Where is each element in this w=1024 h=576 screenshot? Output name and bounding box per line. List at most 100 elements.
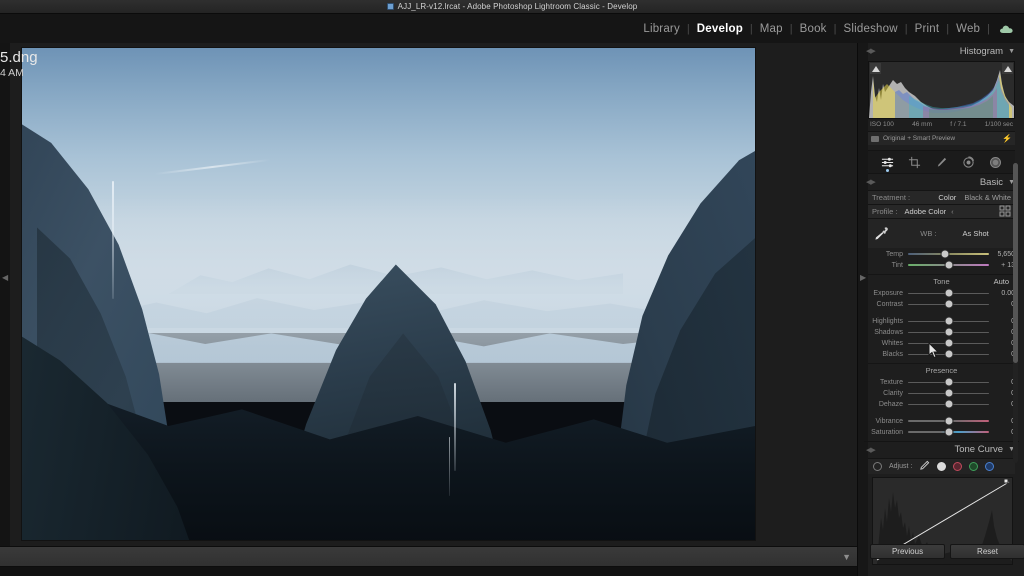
module-slideshow[interactable]: Slideshow [837,23,905,35]
slider-vibrance[interactable]: Vibrance 0 [868,416,1015,426]
module-map[interactable]: Map [753,23,790,35]
shadow-clipping-indicator[interactable] [870,63,881,74]
highlight-clipping-indicator[interactable] [1002,63,1013,74]
slider-blacks-track[interactable] [908,350,989,358]
slider-temp[interactable]: Temp 5,650 [868,249,1015,259]
target-adjustment-icon[interactable] [873,462,882,471]
module-book[interactable]: Book [793,23,834,35]
module-library[interactable]: Library [636,23,687,35]
profile-browser-grid-icon[interactable] [999,205,1011,219]
slider-contrast-track[interactable] [908,300,989,308]
slider-dehaze-track[interactable] [908,400,989,408]
slider-blacks[interactable]: Blacks 0 [868,349,1015,359]
slider-whites-knob[interactable] [945,339,952,347]
slider-blacks-value[interactable]: 0 [989,351,1015,358]
slider-tint-knob[interactable] [945,261,952,269]
bottom-toolbar[interactable]: ▼ [0,546,857,567]
slider-dehaze-knob[interactable] [945,400,952,408]
right-panel-scroll-thumb[interactable] [1013,163,1018,363]
slider-dehaze-value[interactable]: 0 [989,401,1015,408]
slider-clarity[interactable]: Clarity 0 [868,388,1015,398]
slider-exposure-knob[interactable] [945,289,952,297]
slider-whites-value[interactable]: 0 [989,340,1015,347]
slider-vibrance-track[interactable] [908,417,989,425]
slider-shadows[interactable]: Shadows 0 [868,327,1015,337]
slider-texture[interactable]: Texture 0 [868,377,1015,387]
chevron-down-icon[interactable]: ▼ [1008,48,1015,55]
photo-preview[interactable] [22,48,755,540]
slider-vibrance-value[interactable]: 0 [989,418,1015,425]
slider-clarity-value[interactable]: 0 [989,390,1015,397]
slider-highlights-knob[interactable] [945,317,952,325]
slider-temp-value[interactable]: 5,650 [989,251,1015,258]
treatment-bw-option[interactable]: Black & White [964,193,1011,202]
slider-texture-knob[interactable] [945,378,952,386]
slider-dehaze[interactable]: Dehaze 0 [868,399,1015,409]
slider-tint[interactable]: Tint + 13 [868,260,1015,270]
slider-shadows-knob[interactable] [945,328,952,336]
module-web[interactable]: Web [949,23,987,35]
tone-auto-button[interactable]: Auto [994,277,1009,286]
slider-contrast[interactable]: Contrast 0 [868,299,1015,309]
slider-shadows-track[interactable] [908,328,989,336]
channel-red-button[interactable] [953,462,963,471]
profile-caret-icon[interactable]: ‹ [951,207,954,216]
basic-panel-header[interactable]: ◀▶ Basic ▼ [864,174,1019,190]
slider-clarity-track[interactable] [908,389,989,397]
channel-green-button[interactable] [969,462,979,471]
slider-exposure-value[interactable]: 0.00 [989,290,1015,297]
slider-texture-value[interactable]: 0 [989,379,1015,386]
slider-whites[interactable]: Whites 0 [868,338,1015,348]
left-panel-gutter[interactable]: ◀ [0,43,10,546]
slider-exposure-track[interactable] [908,289,989,297]
tone-curve-highlight-point[interactable] [1003,478,1009,484]
red-eye-tool-icon[interactable] [962,155,975,169]
slider-saturation-value[interactable]: 0 [989,429,1015,436]
slider-temp-track[interactable] [908,250,989,258]
slider-texture-track[interactable] [908,378,989,386]
slider-shadows-value[interactable]: 0 [989,329,1015,336]
slider-saturation[interactable]: Saturation 0 [868,427,1015,437]
slider-vibrance-knob[interactable] [945,417,952,425]
slider-contrast-knob[interactable] [945,300,952,308]
slider-blacks-knob[interactable] [945,350,952,358]
slider-highlights[interactable]: Highlights 0 [868,316,1015,326]
white-balance-eyedropper-icon[interactable] [868,226,894,242]
slider-temp-knob[interactable] [941,250,949,258]
slider-tint-label: Tint [891,261,903,269]
slider-highlights-track[interactable] [908,317,989,325]
right-panel-scrollbar[interactable] [1013,163,1018,463]
wb-value[interactable]: As Shot [962,229,988,238]
slider-tint-track[interactable] [908,261,989,269]
module-develop[interactable]: Develop [690,23,750,35]
lightning-bolt-icon[interactable]: ⚡ [1002,134,1012,143]
slider-whites-track[interactable] [908,339,989,347]
channel-blue-button[interactable] [985,462,995,471]
reset-button[interactable]: Reset [950,544,1024,559]
module-print[interactable]: Print [908,23,947,35]
slider-saturation-knob[interactable] [945,428,952,436]
left-panel-toggle-arrow[interactable]: ◀ [2,273,8,282]
histogram-panel-header[interactable]: ◀▶ Histogram ▼ [864,43,1019,59]
tone-curve-panel-header[interactable]: ◀▶ Tone Curve ▼ [864,441,1019,457]
healing-brush-tool-icon[interactable] [935,156,948,169]
cloud-sync-icon[interactable] [999,24,1014,34]
crop-overlay-tool-icon[interactable] [908,156,921,169]
metadata-focal-length: 46 mm [912,121,932,128]
slider-tint-value[interactable]: + 13 [989,262,1015,269]
slider-highlights-value[interactable]: 0 [989,318,1015,325]
basic-sliders-tool-icon[interactable] [881,156,894,169]
toolbar-chevron-down-icon[interactable]: ▼ [842,552,851,562]
treatment-color-option[interactable]: Color [938,193,956,202]
slider-saturation-track[interactable] [908,428,989,436]
profile-value[interactable]: Adobe Color [904,207,946,216]
masking-tool-icon[interactable] [989,156,1002,169]
white-balance-selector[interactable]: WB : As Shot [894,229,1015,238]
channel-rgb-button[interactable] [937,462,947,471]
previous-button[interactable]: Previous [870,544,945,559]
point-curve-pen-icon[interactable] [919,460,930,473]
slider-clarity-knob[interactable] [945,389,952,397]
slider-exposure[interactable]: Exposure 0.00 [868,288,1015,298]
histogram-graph[interactable] [868,61,1015,119]
slider-contrast-value[interactable]: 0 [989,301,1015,308]
